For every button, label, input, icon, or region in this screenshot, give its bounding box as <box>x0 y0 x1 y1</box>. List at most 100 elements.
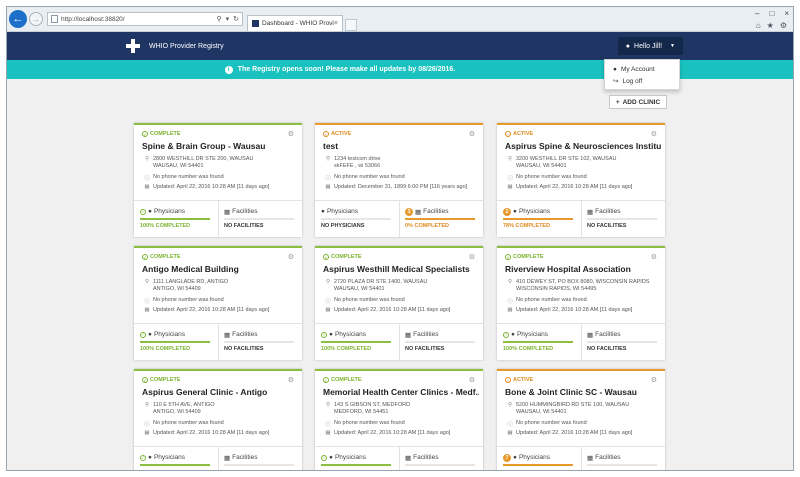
clinic-card[interactable]: ✓ COMPLETE ⚙ Memorial Health Center Clin… <box>315 369 483 470</box>
physicians-section[interactable]: 7 ● Physicians <box>503 453 579 469</box>
menu-item-label: My Account <box>620 65 655 73</box>
facilities-section[interactable]: 3 ▦ Facilities 0% COMPLETED <box>405 207 481 229</box>
gear-icon[interactable]: ⚙ <box>651 253 657 261</box>
facilities-section[interactable]: ▦ Facilities <box>587 453 663 469</box>
physicians-status: 78% COMPLETED <box>503 223 551 229</box>
physicians-label: Physicians <box>153 454 186 461</box>
logo-cross-icon[interactable] <box>125 38 141 54</box>
info-icon: i <box>224 65 233 74</box>
facilities-progress-bar <box>587 464 657 466</box>
user-icon: ● <box>329 331 333 338</box>
facilities-label: Facilities <box>232 454 258 461</box>
clinic-name[interactable]: Memorial Health Center Clinics - Medf... <box>323 387 479 397</box>
new-tab-button[interactable] <box>345 19 357 31</box>
clinic-name[interactable]: Aspirus General Clinic - Antigo <box>142 387 298 397</box>
physicians-status: 100% COMPLETED <box>140 346 191 352</box>
status-label: COMPLETE <box>331 377 362 383</box>
address-line-2: ANTIGO, WI 54409 <box>153 286 201 292</box>
info-circle-icon: ⓘ <box>325 176 331 182</box>
gear-icon[interactable]: ⚙ <box>288 130 294 138</box>
maximize-icon[interactable]: □ <box>769 9 774 18</box>
card-column-divider <box>399 323 400 360</box>
user-menu-button[interactable]: ● Hello Jill! ▼ <box>617 37 683 55</box>
clinic-card[interactable]: ✓ COMPLETE ⚙ Spine & Brain Group - Wausa… <box>134 123 302 237</box>
info-circle-icon: ⓘ <box>507 422 513 428</box>
clinic-name[interactable]: Riverview Hospital Association <box>505 264 661 274</box>
clinic-card[interactable]: • ACTIVE ⚙ Bone & Joint Clinic SC - Waus… <box>497 369 665 470</box>
clinic-address: ⚲ 110 E 5TH AVE, ANTIGO ANTIGO, WI 54409 <box>144 402 215 416</box>
address-line-2: WAUSAU, WI 54401 <box>516 409 567 415</box>
gear-icon[interactable]: ⚙ <box>469 130 475 138</box>
updated-text: Updated: April 22, 2016 10:28 AM [11 day… <box>516 307 633 313</box>
add-clinic-button[interactable]: + ADD CLINIC <box>609 95 667 109</box>
calendar-icon: ▦ <box>507 184 513 190</box>
physicians-section[interactable]: ✓ ● Physicians <box>321 453 397 469</box>
add-clinic-label: ADD CLINIC <box>622 98 661 106</box>
clock-icon: • <box>505 377 511 383</box>
physicians-section[interactable]: ✓ ● Physicians 100% COMPLETED <box>503 330 579 352</box>
clinic-card[interactable]: ✓ COMPLETE ⚙ Antigo Medical Building ⚲ 1… <box>134 246 302 360</box>
gear-icon[interactable]: ⚙ <box>288 253 294 261</box>
clinic-name[interactable]: Spine & Brain Group - Wausau <box>142 141 298 151</box>
facilities-section[interactable]: ▦ Facilities NO FACILITIES <box>405 330 481 352</box>
back-arrow-icon[interactable]: ← <box>9 10 27 28</box>
clinic-card[interactable]: • ACTIVE ⚙ Aspirus Spine & Neurosciences… <box>497 123 665 237</box>
refresh-icon[interactable]: ↻ <box>233 15 239 23</box>
physicians-label: Physicians <box>153 331 186 338</box>
clinic-card[interactable]: ✓ COMPLETE ⚙ Riverview Hospital Associat… <box>497 246 665 360</box>
status-badge: • ACTIVE <box>505 377 533 383</box>
clinic-card[interactable]: ✓ COMPLETE ⚙ Aspirus Westhill Medical Sp… <box>315 246 483 360</box>
search-icon[interactable]: ⚲ <box>216 15 221 23</box>
facilities-label: Facilities <box>413 331 439 338</box>
physicians-section[interactable]: ✓ ● Physicians 100% COMPLETED <box>321 330 397 352</box>
gear-icon[interactable]: ⚙ <box>651 130 657 138</box>
clinic-phone: ⓘ No phone number was found <box>144 297 223 305</box>
phone-text: No phone number was found <box>516 297 587 303</box>
browser-tab[interactable]: Dashboard - WHIO Provide... × <box>247 15 343 31</box>
facilities-section[interactable]: ▦ Facilities NO FACILITIES <box>224 330 300 352</box>
home-icon[interactable]: ⌂ <box>756 21 761 30</box>
minimize-icon[interactable]: – <box>755 9 759 18</box>
status-badge: ✓ COMPLETE <box>142 377 181 383</box>
favorites-star-icon[interactable]: ★ <box>767 21 774 30</box>
facilities-status: 0% COMPLETED <box>405 223 450 229</box>
clinic-card[interactable]: • ACTIVE ⚙ test ⚲ 1234 testcom drive skF… <box>315 123 483 237</box>
address-bar[interactable]: http://localhost:38820/ ⚲ ▾ ↻ <box>47 12 243 26</box>
address-line-1: 1111 LANGLADE RD, ANTIGO <box>153 279 229 285</box>
settings-gear-icon[interactable]: ⚙ <box>780 21 787 30</box>
facilities-section[interactable]: ▦ Facilities <box>405 453 481 469</box>
clinic-card[interactable]: ✓ COMPLETE ⚙ Aspirus General Clinic - An… <box>134 369 302 470</box>
physicians-section[interactable]: 2 ● Physicians 78% COMPLETED <box>503 207 579 229</box>
forward-arrow-icon[interactable]: → <box>29 12 43 26</box>
status-label: COMPLETE <box>150 254 181 260</box>
dropdown-arrow-icon[interactable]: ▾ <box>226 15 230 23</box>
clinic-name[interactable]: Aspirus Westhill Medical Specialists <box>323 264 479 274</box>
brand-title[interactable]: WHIO Provider Registry <box>149 43 224 50</box>
facilities-section[interactable]: ▦ Facilities NO FACILITIES <box>587 330 663 352</box>
clock-icon: • <box>505 131 511 137</box>
map-marker-icon: ⚲ <box>507 279 513 285</box>
clinic-name[interactable]: Aspirus Spine & Neurosciences Institute <box>505 141 661 151</box>
clinic-name[interactable]: Bone & Joint Clinic SC - Wausau <box>505 387 661 397</box>
gear-icon[interactable]: ⚙ <box>469 253 475 261</box>
clinic-name[interactable]: test <box>323 141 479 151</box>
facilities-progress-bar <box>224 341 294 343</box>
clinic-name[interactable]: Antigo Medical Building <box>142 264 298 274</box>
physicians-section[interactable]: ✓ ● Physicians 100% COMPLETED <box>140 330 216 352</box>
gear-icon[interactable]: ⚙ <box>651 376 657 384</box>
close-tab-icon[interactable]: × <box>334 20 338 27</box>
close-window-icon[interactable]: × <box>784 9 789 18</box>
clinic-phone: ⓘ No phone number was found <box>325 174 404 182</box>
gear-icon[interactable]: ⚙ <box>288 376 294 384</box>
facilities-section[interactable]: ▦ Facilities NO FACILITIES <box>224 207 300 229</box>
facilities-section[interactable]: ▦ Facilities <box>224 453 300 469</box>
gear-icon[interactable]: ⚙ <box>469 376 475 384</box>
facilities-section[interactable]: ▦ Facilities NO FACILITIES <box>587 207 663 229</box>
physicians-section[interactable]: ✓ ● Physicians <box>140 453 216 469</box>
clinic-updated: ▦ Updated: April 22, 2016 10:28 AM [11 d… <box>507 430 632 436</box>
menu-item-my-account[interactable]: ● My Account <box>605 63 679 75</box>
menu-item-log-off[interactable]: ↪ Log off <box>605 75 679 87</box>
address-url[interactable]: http://localhost:38820/ <box>61 16 212 23</box>
physicians-section[interactable]: ● Physicians NO PHYSICIANS <box>321 207 397 229</box>
physicians-section[interactable]: ✓ ● Physicians 100% COMPLETED <box>140 207 216 229</box>
